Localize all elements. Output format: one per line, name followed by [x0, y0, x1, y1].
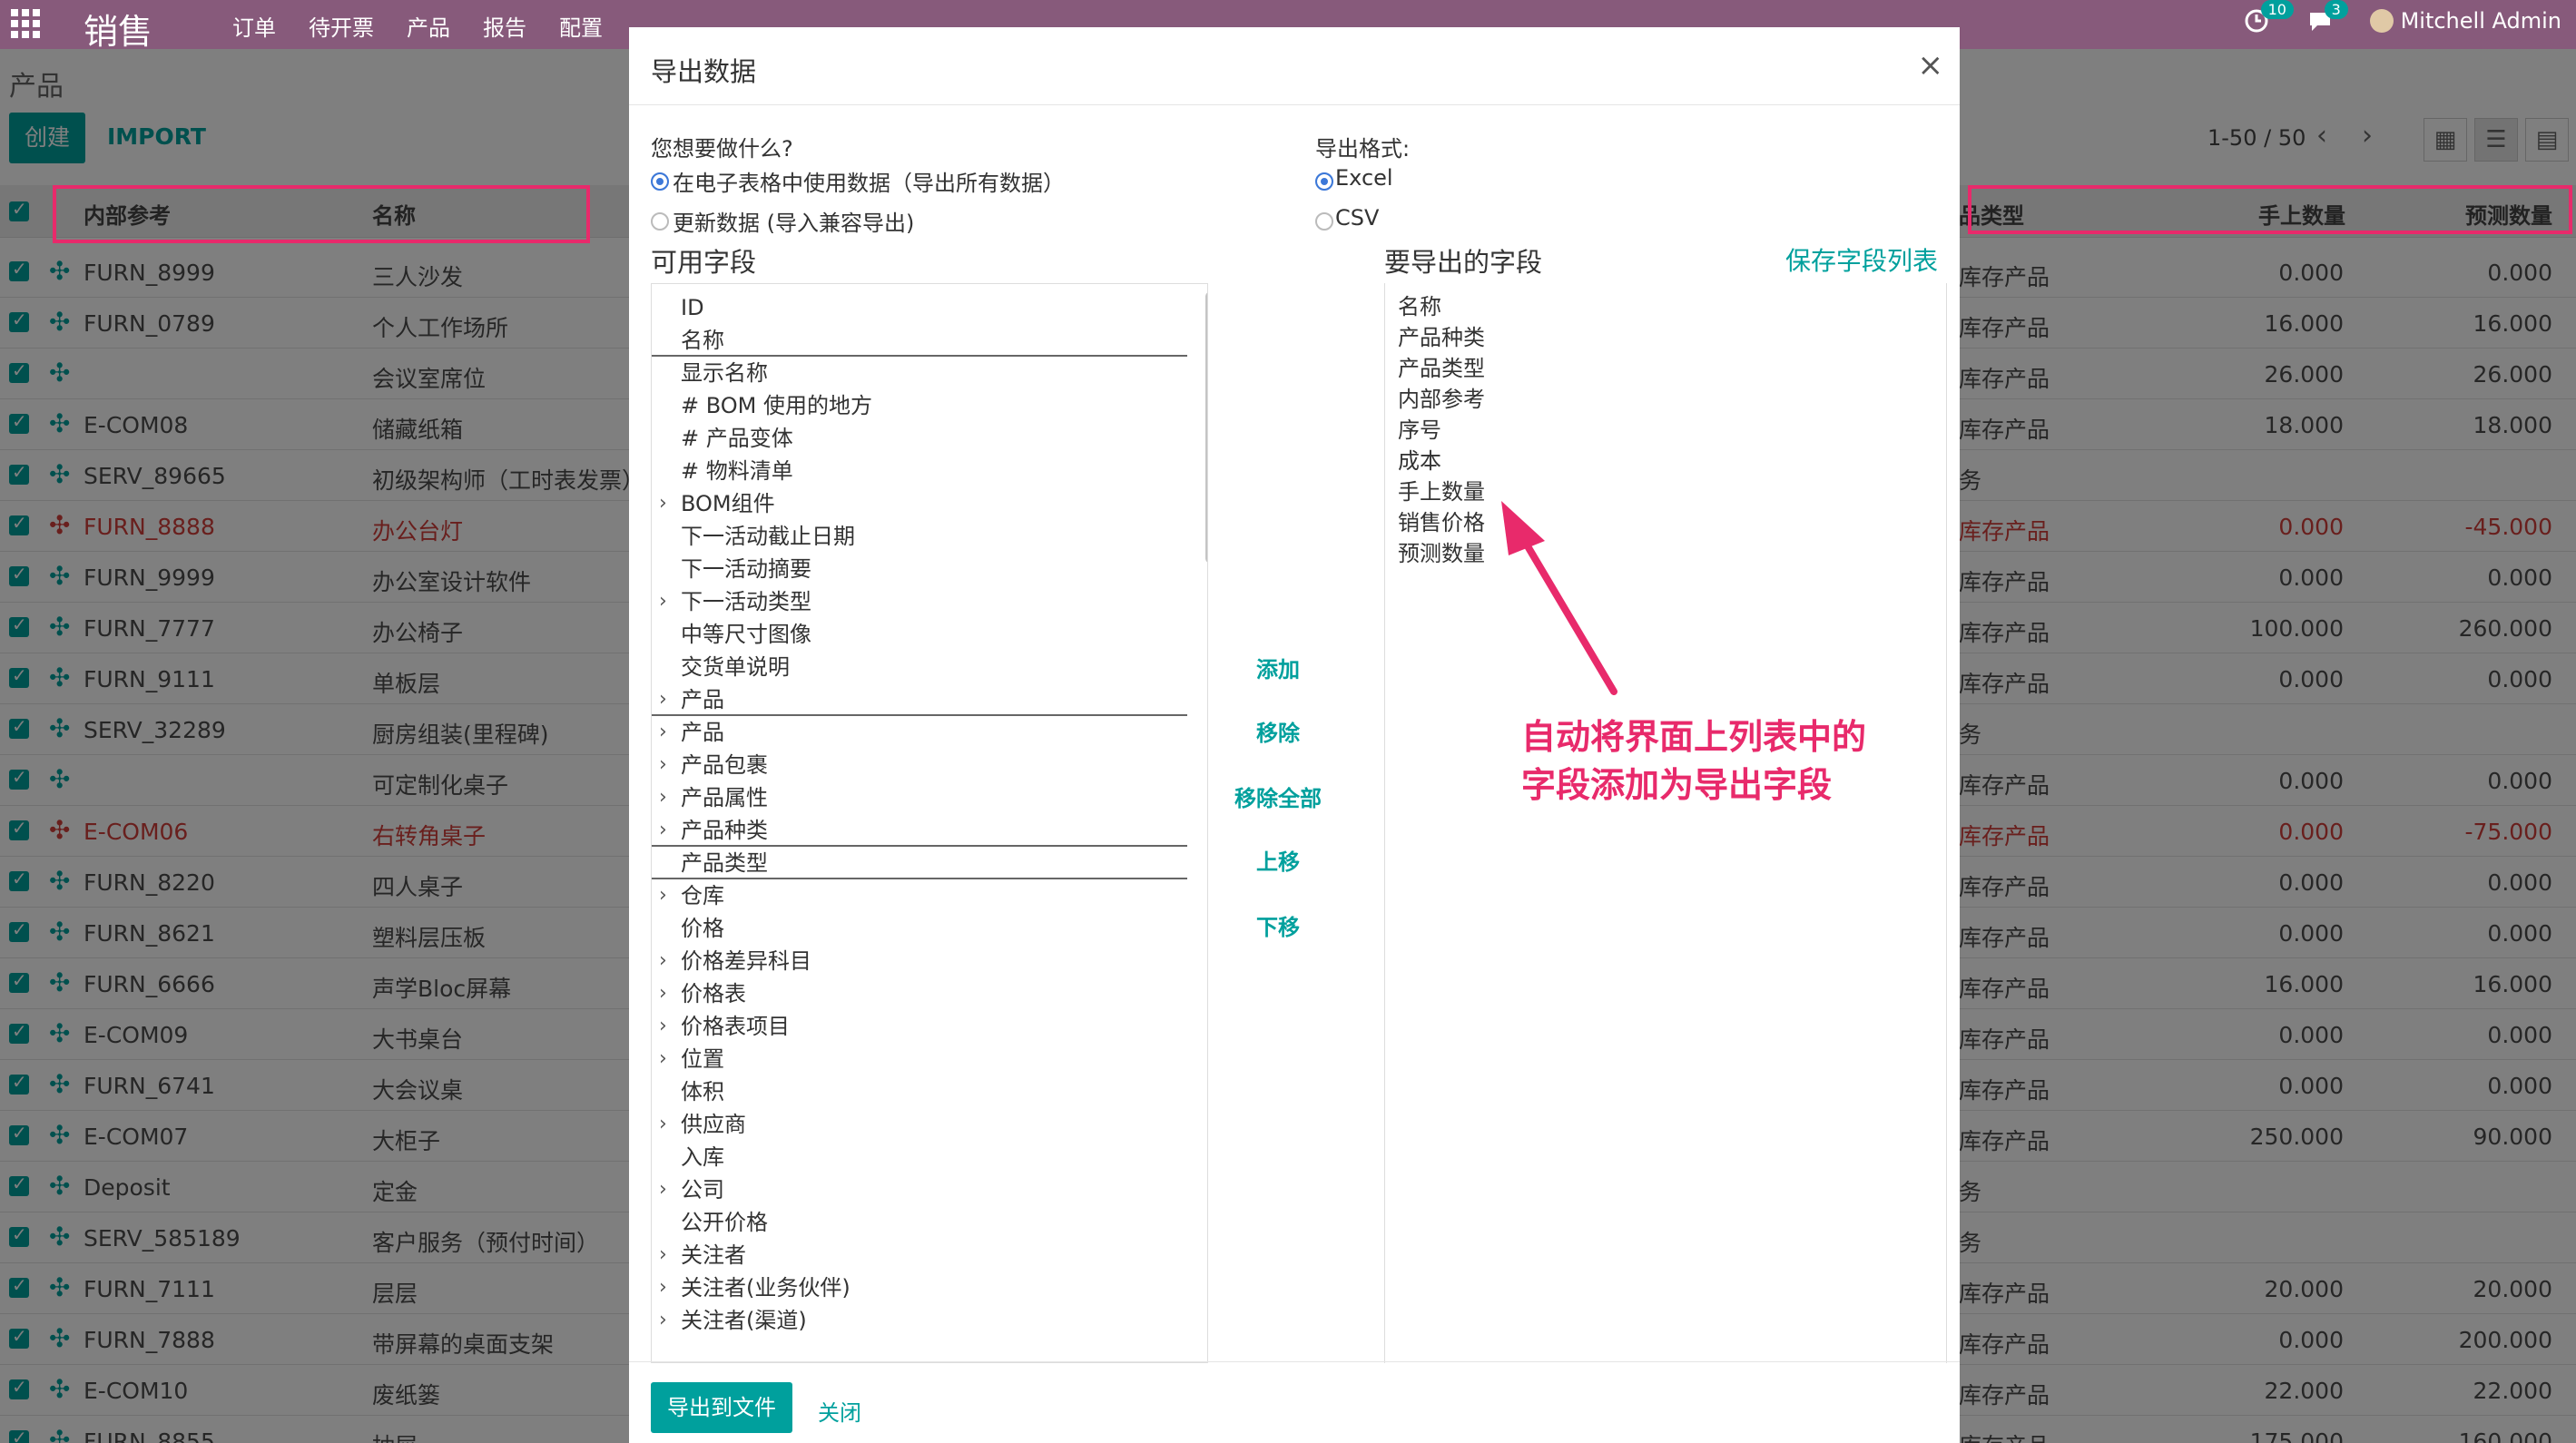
annotation-text: 自动将界面上列表中的 字段添加为导出字段: [1521, 713, 1866, 810]
annotation-line-1: 自动将界面上列表中的: [1521, 717, 1867, 757]
annotation-line-2: 字段添加为导出字段: [1521, 765, 1833, 806]
annotation-arrow: [1501, 501, 1617, 695]
